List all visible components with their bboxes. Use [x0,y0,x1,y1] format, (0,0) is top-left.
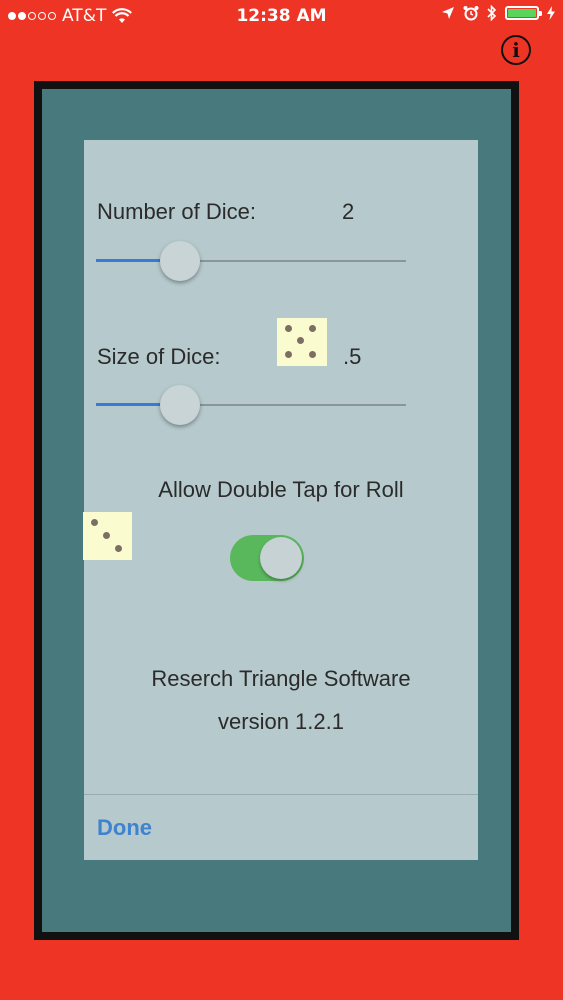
charging-bolt-icon [547,6,555,20]
slider-thumb[interactable] [159,241,200,281]
rolled-die[interactable] [83,512,132,560]
status-bar: AT&T 12:38 AM [0,0,563,34]
location-arrow-icon [442,7,454,19]
number-of-dice-slider[interactable] [96,241,406,281]
size-of-dice-value: .5 [343,344,362,369]
done-button[interactable]: Done [97,815,152,841]
size-of-dice-slider[interactable] [96,385,406,425]
company-name: Reserch Triangle Software [151,666,411,691]
settings-panel: Number of Dice: 2 Size of Dice: .5 Allow… [84,140,478,860]
toggle-knob [260,537,302,579]
battery-icon [505,6,542,20]
number-of-dice-label: Number of Dice: [97,199,256,224]
double-tap-label: Allow Double Tap for Roll [158,477,404,502]
slider-thumb[interactable] [159,385,200,425]
info-button[interactable]: i [501,35,531,65]
size-of-dice-label: Size of Dice: [97,344,221,369]
alarm-icon [463,6,479,21]
info-icon: i [512,38,520,62]
die-preview-icon [277,318,327,366]
bluetooth-icon [487,5,497,21]
double-tap-toggle[interactable] [230,535,304,581]
number-of-dice-value: 2 [342,199,355,224]
divider [84,794,478,795]
status-right [441,5,555,21]
version-text: version 1.2.1 [218,709,344,734]
